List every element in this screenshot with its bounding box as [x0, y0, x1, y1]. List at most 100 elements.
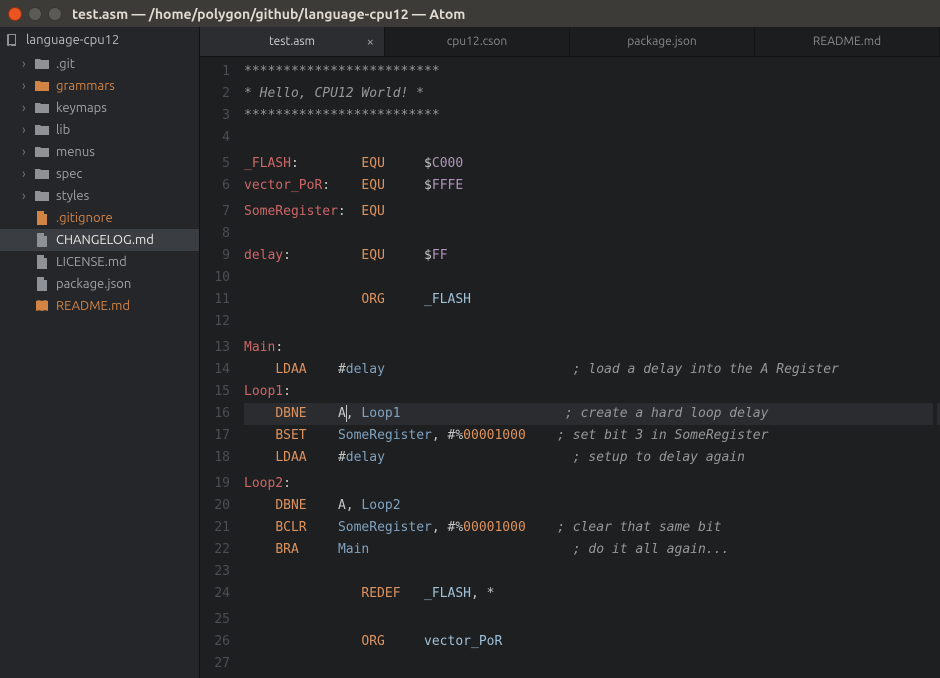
line-number: 11: [200, 289, 230, 311]
line-number: 26: [200, 631, 230, 653]
code-line[interactable]: *************************: [244, 61, 940, 83]
file-icon: [34, 233, 50, 247]
code-line[interactable]: vector_PoR: EQU $FFFE: [244, 175, 940, 197]
code-line[interactable]: BSET SomeRegister, #%00001000 ; set bit …: [244, 425, 940, 447]
line-number: 6: [200, 175, 230, 197]
code-line[interactable]: [244, 311, 940, 333]
code-area[interactable]: ************************** Hello, CPU12 …: [238, 57, 940, 678]
line-number: 3: [200, 105, 230, 127]
tree-item-keymaps[interactable]: › keymaps: [0, 97, 199, 119]
line-number: 21: [200, 517, 230, 539]
code-line[interactable]: Loop2:: [244, 473, 940, 495]
folder-icon: [34, 145, 50, 159]
tab-cpu12-cson[interactable]: cpu12.cson: [385, 27, 570, 56]
code-line[interactable]: BCLR SomeRegister, #%00001000 ; clear th…: [244, 517, 940, 539]
tab-bar: test.asm × cpu12.cson package.json README.md: [200, 27, 940, 57]
tree-item-menus[interactable]: ›menus: [0, 141, 199, 163]
scrollbar-track[interactable]: [936, 57, 937, 678]
line-number: 12: [200, 311, 230, 333]
line-number: 4: [200, 127, 230, 149]
tree-item-README-md[interactable]: README.md: [0, 295, 199, 317]
tree-item-label: package.json: [56, 277, 131, 291]
tree-item-styles[interactable]: › styles: [0, 185, 199, 207]
tree-item-label: LICENSE.md: [56, 255, 127, 269]
tab-package-json[interactable]: package.json: [570, 27, 755, 56]
code-line[interactable]: [244, 609, 940, 631]
code-line[interactable]: [244, 267, 940, 289]
file-mod-icon: [34, 211, 50, 225]
window-controls: [8, 7, 62, 21]
code-line[interactable]: LDAA #delay ; setup to delay again: [244, 447, 940, 469]
line-number: 10: [200, 267, 230, 289]
code-line[interactable]: [244, 561, 940, 583]
code-line[interactable]: delay: EQU $FF: [244, 245, 940, 267]
tree-item--git[interactable]: ›.git: [0, 53, 199, 75]
line-number: 8: [200, 223, 230, 245]
code-line[interactable]: ORG vector_PoR: [244, 631, 940, 653]
tree-item-label: spec: [56, 167, 82, 181]
code-line[interactable]: Main:: [244, 337, 940, 359]
chevron-right-icon: ›: [22, 145, 32, 159]
code-line[interactable]: * Hello, CPU12 World! *: [244, 83, 940, 105]
tab-label: test.asm: [269, 35, 315, 48]
tree-item-package-json[interactable]: package.json: [0, 273, 199, 295]
main-pane: test.asm × cpu12.cson package.json README.md…: [200, 27, 940, 678]
tree-item-grammars[interactable]: › grammars: [0, 75, 199, 97]
code-line[interactable]: LDAA #delay ; load a delay into the A Re…: [244, 359, 940, 381]
tree-item-label: .git: [56, 57, 75, 71]
folder-icon: [34, 101, 50, 115]
tree-item-label: README.md: [56, 299, 130, 313]
tree-item--gitignore[interactable]: .gitignore: [0, 207, 199, 229]
code-line[interactable]: BRA Main ; do it all again...: [244, 539, 940, 561]
project-root[interactable]: language-cpu12: [0, 27, 199, 53]
tree-item-label: CHANGELOG.md: [56, 233, 154, 247]
code-line[interactable]: REDEF _FLASH, *: [244, 583, 940, 605]
line-number: 27: [200, 653, 230, 675]
file-icon: [34, 255, 50, 269]
code-line[interactable]: [244, 653, 940, 675]
window-close-button[interactable]: [8, 7, 22, 21]
line-number: 5: [200, 153, 230, 175]
folder-open-icon: [34, 79, 50, 93]
close-icon[interactable]: ×: [367, 35, 374, 49]
chevron-right-icon: ›: [22, 123, 32, 137]
folder-icon: [34, 57, 50, 71]
line-number: 25: [200, 609, 230, 631]
tab-label: cpu12.cson: [447, 35, 508, 48]
code-line[interactable]: *************************: [244, 105, 940, 127]
line-number: 20: [200, 495, 230, 517]
chevron-right-icon: ›: [22, 101, 32, 115]
code-line[interactable]: Loop1:: [244, 381, 940, 403]
chevron-right-icon: ›: [22, 189, 32, 203]
code-line[interactable]: ORG _FLASH: [244, 289, 940, 311]
code-line[interactable]: [244, 223, 940, 245]
tree-item-lib[interactable]: ›lib: [0, 119, 199, 141]
line-number: 22: [200, 539, 230, 561]
tab-README-md[interactable]: README.md: [755, 27, 940, 56]
tree-item-CHANGELOG-md[interactable]: CHANGELOG.md: [0, 229, 199, 251]
code-line[interactable]: _FLASH: EQU $C000: [244, 153, 940, 175]
tree-item-label: grammars: [56, 79, 115, 93]
tab-label: package.json: [627, 35, 696, 48]
window-minimize-button[interactable]: [28, 7, 42, 21]
tree-item-label: styles: [56, 189, 89, 203]
chevron-right-icon: ›: [22, 79, 32, 93]
code-line[interactable]: [244, 127, 940, 149]
code-line[interactable]: SomeRegister: EQU: [244, 201, 940, 223]
line-number: 14: [200, 359, 230, 381]
tree-item-label: keymaps: [56, 101, 107, 115]
code-line[interactable]: DBNE A, Loop1 ; create a hard loop delay: [244, 403, 940, 425]
tab-test-asm[interactable]: test.asm ×: [200, 27, 385, 56]
sidebar[interactable]: language-cpu12 ›.git›grammars›keymaps›li…: [0, 27, 200, 678]
tree-item-spec[interactable]: ›spec: [0, 163, 199, 185]
gutter: 1234567891011121314151617181920212223242…: [200, 57, 238, 678]
code-line[interactable]: DBNE A, Loop2: [244, 495, 940, 517]
line-number: 9: [200, 245, 230, 267]
line-number: 17: [200, 425, 230, 447]
line-number: 1: [200, 61, 230, 83]
book-mod-icon: [34, 299, 50, 313]
tree-item-LICENSE-md[interactable]: LICENSE.md: [0, 251, 199, 273]
file-icon: [34, 277, 50, 291]
editor[interactable]: 1234567891011121314151617181920212223242…: [200, 57, 940, 678]
window-maximize-button[interactable]: [48, 7, 62, 21]
